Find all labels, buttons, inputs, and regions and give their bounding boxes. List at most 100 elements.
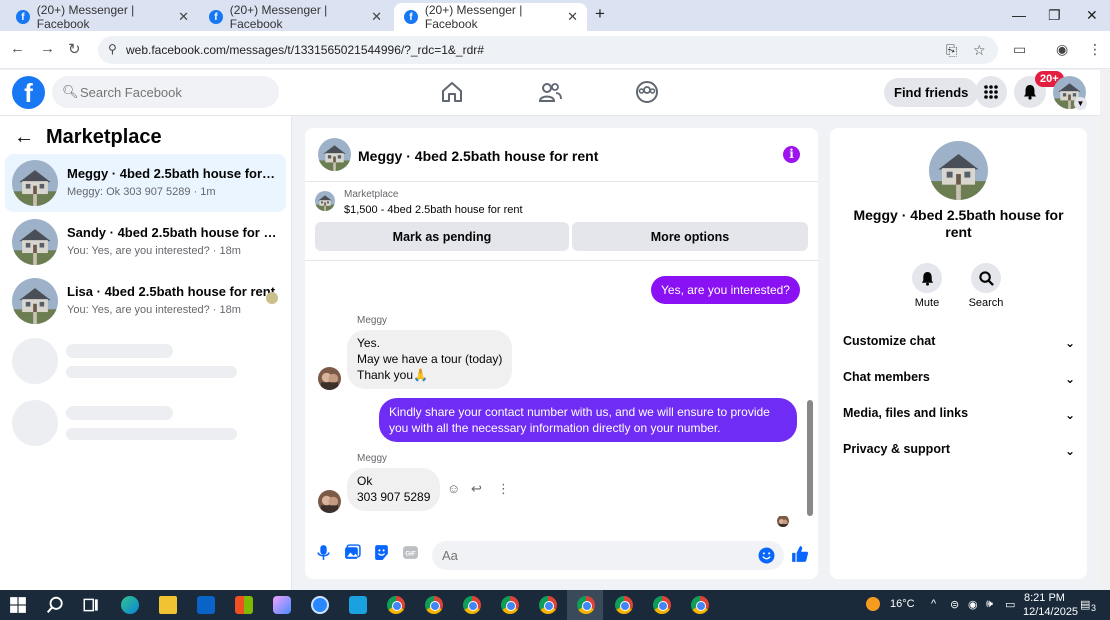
conversation-avatar bbox=[12, 219, 58, 265]
tray-chevron-up-icon[interactable]: ^ bbox=[931, 598, 936, 610]
chrome-icon[interactable] bbox=[691, 596, 709, 614]
chrome-icon[interactable] bbox=[387, 596, 405, 614]
customize-chat-section[interactable]: Customize chat ⌄ bbox=[843, 334, 1075, 358]
maximize-icon[interactable]: ❐ bbox=[1048, 7, 1061, 24]
app-icon[interactable] bbox=[311, 596, 329, 614]
notification-center-icon[interactable]: ▤ bbox=[1080, 598, 1090, 611]
menu-kebab-icon[interactable]: ⋮ bbox=[1088, 41, 1102, 58]
close-window-icon[interactable]: ✕ bbox=[1086, 7, 1098, 24]
tab-title: (20+) Messenger | Facebook bbox=[229, 3, 328, 31]
groups-icon[interactable] bbox=[635, 80, 659, 104]
close-tab-icon[interactable]: ✕ bbox=[567, 9, 578, 25]
conversation-item[interactable]: Meggy · 4bed 2.5bath house for rent Megg… bbox=[5, 154, 286, 212]
info-icon[interactable]: i bbox=[783, 146, 800, 163]
search-in-chat-button[interactable]: Search bbox=[956, 263, 1016, 309]
url-field[interactable]: ⚲ web.facebook.com/messages/t/1331565021… bbox=[98, 36, 998, 64]
back-arrow-icon[interactable]: ← bbox=[14, 126, 34, 149]
chrome-icon[interactable] bbox=[463, 596, 481, 614]
chrome-icon[interactable] bbox=[653, 596, 671, 614]
chat-panel: Meggy · 4bed 2.5bath house for rent i Ma… bbox=[305, 128, 818, 579]
new-tab-icon[interactable]: + bbox=[595, 4, 605, 24]
chat-scrollbar[interactable] bbox=[805, 262, 815, 530]
message-input[interactable] bbox=[432, 541, 784, 570]
close-tab-icon[interactable]: ✕ bbox=[178, 9, 189, 25]
friends-icon[interactable] bbox=[538, 80, 562, 104]
file-explorer-icon[interactable] bbox=[159, 596, 177, 614]
home-icon[interactable] bbox=[440, 80, 464, 104]
volume-icon[interactable]: 🕪︎ bbox=[986, 598, 993, 611]
store-icon[interactable] bbox=[235, 596, 253, 614]
chrome-icon[interactable] bbox=[539, 596, 557, 614]
outlook-icon[interactable] bbox=[197, 596, 215, 614]
search-input[interactable] bbox=[80, 76, 270, 108]
browser-tab-active[interactable]: f (20+) Messenger | Facebook ✕ bbox=[394, 3, 587, 31]
tab-title: (20+) Messenger | Facebook bbox=[424, 3, 523, 31]
network-icon[interactable]: ⊜ bbox=[950, 598, 959, 611]
microphone-icon[interactable] bbox=[315, 544, 332, 561]
back-icon[interactable]: ← bbox=[10, 40, 25, 57]
bookmark-star-icon[interactable]: ☆ bbox=[973, 42, 986, 59]
thumbs-up-icon[interactable] bbox=[791, 545, 809, 563]
app-tray-icon[interactable]: ◉ bbox=[968, 598, 978, 611]
chat-title[interactable]: Meggy · 4bed 2.5bath house for rent bbox=[358, 148, 598, 164]
browser-tab[interactable]: f (20+) Messenger | Facebook ✕ bbox=[199, 3, 391, 31]
weather-temp[interactable]: 16°C bbox=[890, 598, 915, 610]
profile-icon[interactable]: ◉ bbox=[1056, 41, 1068, 58]
reload-icon[interactable]: ↻ bbox=[68, 40, 81, 58]
app-icon[interactable] bbox=[349, 596, 367, 614]
task-view-icon[interactable] bbox=[82, 596, 100, 614]
weather-icon[interactable] bbox=[866, 597, 880, 611]
close-tab-icon[interactable]: ✕ bbox=[371, 9, 382, 25]
copilot-icon[interactable] bbox=[273, 596, 291, 614]
photo-icon[interactable] bbox=[344, 544, 361, 561]
mute-button[interactable]: Mute bbox=[897, 263, 957, 309]
more-options-button[interactable]: More options bbox=[572, 222, 808, 251]
react-emoji-icon[interactable]: ☺ bbox=[447, 481, 460, 496]
chevron-down-icon: ⌄ bbox=[1064, 336, 1075, 350]
chat-avatar[interactable] bbox=[318, 138, 351, 171]
media-files-links-section[interactable]: Media, files and links ⌄ bbox=[843, 406, 1075, 430]
incoming-message: Yes. May we have a tour (today) Thank yo… bbox=[347, 330, 513, 389]
listing-description[interactable]: $1,500 - 4bed 2.5bath house for rent bbox=[344, 204, 523, 216]
chevron-down-icon[interactable]: ▼ bbox=[1074, 97, 1087, 110]
menu-grid-icon[interactable] bbox=[975, 76, 1007, 108]
listing-thumbnail[interactable] bbox=[315, 191, 335, 211]
sticker-icon[interactable] bbox=[373, 544, 390, 561]
conversation-preview: Meggy: Ok 303 907 5289 · 1m bbox=[67, 186, 216, 198]
clock-date[interactable]: 12/14/2025 bbox=[1023, 606, 1078, 618]
contact-avatar[interactable] bbox=[929, 141, 988, 200]
page-scrollbar[interactable] bbox=[1100, 70, 1110, 590]
notification-count: 3 bbox=[1091, 603, 1097, 613]
section-label: Privacy & support bbox=[843, 442, 950, 456]
mark-as-pending-button[interactable]: Mark as pending bbox=[315, 222, 569, 251]
site-info-icon[interactable]: ⚲ bbox=[108, 42, 117, 56]
gif-icon[interactable]: GIF bbox=[402, 544, 419, 561]
chrome-icon[interactable] bbox=[425, 596, 443, 614]
minimize-icon[interactable]: — bbox=[1012, 7, 1026, 23]
side-panel-icon[interactable]: ▭ bbox=[1013, 41, 1026, 58]
browser-tab[interactable]: f (20+) Messenger | Facebook ✕ bbox=[6, 3, 198, 31]
facebook-logo-icon[interactable]: f bbox=[12, 76, 45, 109]
edge-icon[interactable] bbox=[121, 596, 139, 614]
emoji-icon[interactable] bbox=[758, 547, 775, 564]
chrome-icon[interactable] bbox=[501, 596, 519, 614]
message-line: May we have a tour (today) bbox=[357, 352, 503, 366]
windows-start-icon[interactable] bbox=[9, 596, 27, 614]
conversation-details-panel: Meggy · 4bed 2.5bath house for rent Mute… bbox=[830, 128, 1087, 579]
chrome-icon[interactable] bbox=[577, 596, 595, 614]
facebook-search[interactable]: 🔍︎ bbox=[52, 76, 279, 108]
reply-icon[interactable]: ↩ bbox=[471, 481, 482, 497]
search-icon[interactable] bbox=[46, 596, 64, 614]
clock-time[interactable]: 8:21 PM bbox=[1024, 592, 1065, 604]
find-friends-button[interactable]: Find friends bbox=[884, 78, 979, 107]
message-sender: Meggy bbox=[357, 315, 388, 326]
install-app-icon[interactable]: ⎘ bbox=[946, 42, 957, 59]
more-actions-icon[interactable]: ⋮ bbox=[497, 481, 510, 497]
chrome-icon[interactable] bbox=[615, 596, 633, 614]
conversation-item[interactable]: Sandy · 4bed 2.5bath house for rent You:… bbox=[5, 213, 286, 271]
forward-icon[interactable]: → bbox=[40, 40, 55, 57]
chat-members-section[interactable]: Chat members ⌄ bbox=[843, 370, 1075, 394]
privacy-support-section[interactable]: Privacy & support ⌄ bbox=[843, 442, 1075, 466]
conversation-item[interactable]: Lisa · 4bed 2.5bath house for rent You: … bbox=[5, 272, 286, 330]
display-icon[interactable]: ▭ bbox=[1005, 598, 1015, 611]
